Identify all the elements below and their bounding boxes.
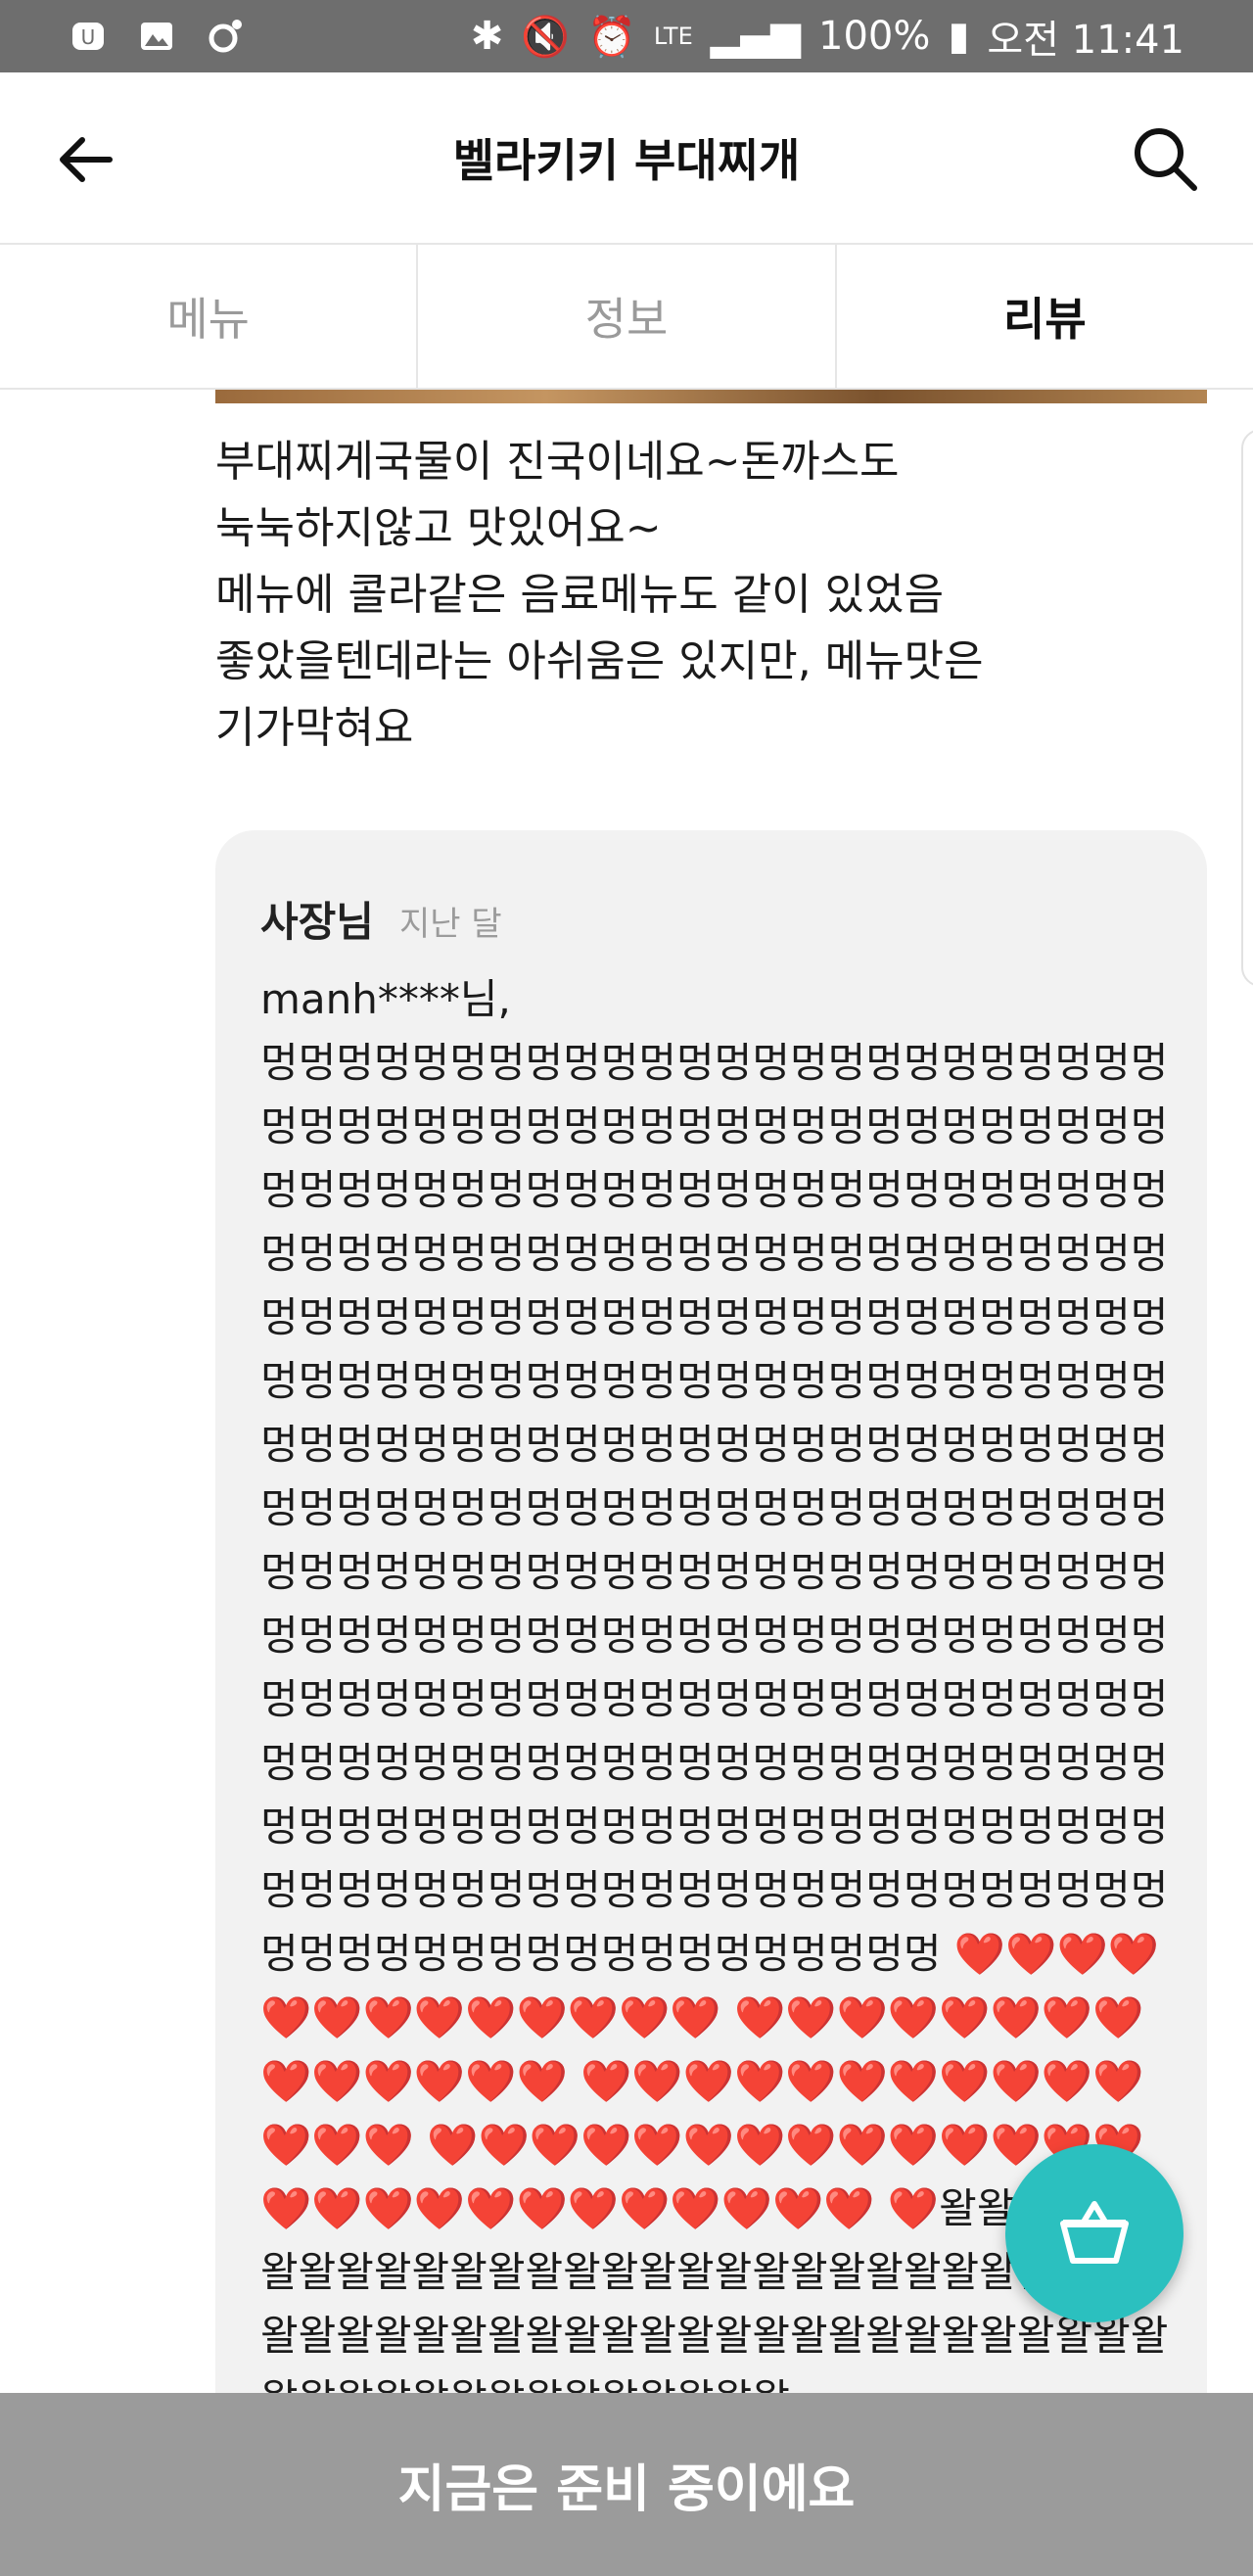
next-review-card-edge[interactable] [1241, 429, 1253, 987]
time: 오전 11:41 [987, 18, 1184, 63]
tab-menu[interactable]: 메뉴 [0, 245, 419, 388]
basket-icon [1060, 2201, 1129, 2264]
settings-dot-icon [209, 20, 242, 53]
order-status-bar: 지금은 준비 중이에요 [0, 2393, 1253, 2576]
tab-bar: 메뉴 정보 리뷰 [0, 245, 1253, 390]
u-plus-icon: U [72, 23, 104, 50]
battery-text: 100% [818, 14, 931, 59]
mute-icon: 🔇 [521, 14, 571, 60]
reply-date: 지난 달 [399, 905, 502, 944]
battery-icon: ▮ [948, 14, 970, 59]
page-title: 벨라키키 부대찌개 [452, 134, 801, 187]
status-right: ✱ 🔇 ⏰ LTE ▂▄▆ 100% ▮ 오전 11:41 [471, 8, 1184, 65]
tab-reviews[interactable]: 리뷰 [837, 245, 1253, 388]
status-left-icons: U [69, 17, 245, 56]
cart-button[interactable] [1005, 2144, 1183, 2322]
search-icon[interactable] [1130, 123, 1200, 194]
signal-icon: ▂▄▆ [710, 14, 802, 59]
status-bar: U ✱ 🔇 ⏰ LTE ▂▄▆ 100% ▮ 오전 11:41 [0, 0, 1253, 72]
app-bar: 벨라키키 부대찌개 [0, 72, 1253, 245]
review-text: 부대찌게국물이 진국이네요~돈까스도 눅눅하지않고 맛있어요~ 메뉴에 콜라같은… [215, 437, 984, 753]
image-icon [141, 23, 172, 50]
alarm-icon: ⏰ [587, 14, 636, 60]
svg-text:U: U [81, 25, 96, 49]
bluetooth-icon: ✱ [470, 14, 504, 59]
review-photo[interactable] [215, 390, 1207, 403]
network-type: LTE [653, 23, 693, 50]
tab-info[interactable]: 정보 [418, 245, 837, 388]
reply-author: 사장님 [260, 898, 374, 946]
review-content[interactable]: 부대찌게국물이 진국이네요~돈까스도 눅눅하지않고 맛있어요~ 메뉴에 콜라같은… [0, 390, 1253, 2393]
reply-greeting: manh****님, [260, 975, 511, 1023]
